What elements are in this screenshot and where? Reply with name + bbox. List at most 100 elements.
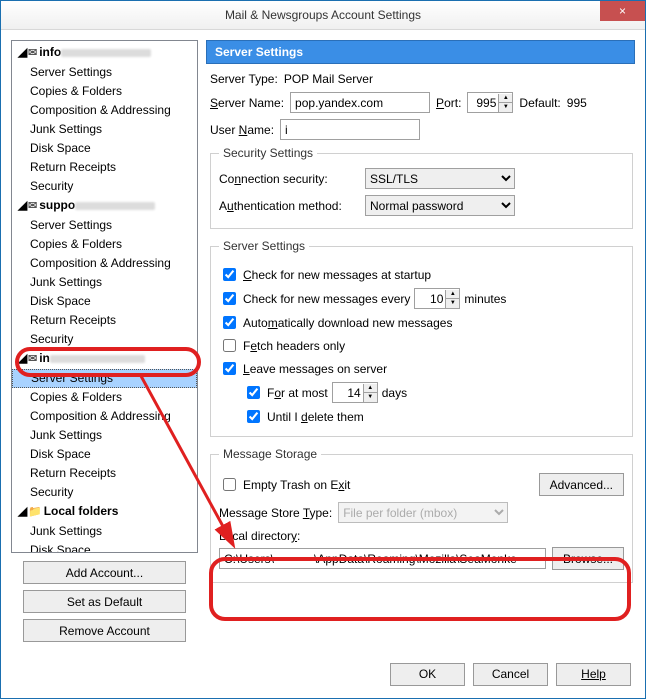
spin-up-icon[interactable]: ▲ xyxy=(498,94,512,103)
window-title: Mail & Newsgroups Account Settings xyxy=(225,8,421,22)
account-tree[interactable]: ◢info Server Settings Copies & Folders C… xyxy=(11,40,198,553)
close-icon: × xyxy=(619,4,626,18)
check-every-checkbox[interactable] xyxy=(223,292,236,305)
panel-title: Server Settings xyxy=(206,40,635,64)
store-type-label: Message Store Type: xyxy=(219,506,332,520)
tree-item[interactable]: Junk Settings xyxy=(12,273,197,292)
tree-item[interactable]: Disk Space xyxy=(12,541,197,553)
dialog-footer: OK Cancel Help xyxy=(1,650,645,698)
check-interval-spinner[interactable]: ▲▼ xyxy=(414,288,460,309)
server-name-label: Server Name: xyxy=(210,96,284,110)
leave-server-checkbox[interactable] xyxy=(223,362,236,375)
security-settings-group: Security Settings Connection security: S… xyxy=(210,146,633,229)
check-startup-checkbox[interactable] xyxy=(223,268,236,281)
tree-item[interactable]: Junk Settings xyxy=(12,120,197,139)
spin-down-icon[interactable]: ▼ xyxy=(498,103,512,112)
redacted xyxy=(50,355,145,363)
tree-item[interactable]: Security xyxy=(12,177,197,196)
tree-item[interactable]: Copies & Folders xyxy=(12,82,197,101)
tree-local-folders[interactable]: ◢Local folders xyxy=(12,502,197,522)
default-port-value: 995 xyxy=(567,96,587,110)
tree-item[interactable]: Return Receipts xyxy=(12,464,197,483)
tree-item[interactable]: Junk Settings xyxy=(12,522,197,541)
tree-item[interactable]: Disk Space xyxy=(12,445,197,464)
port-input[interactable] xyxy=(468,93,498,112)
help-button[interactable]: Help xyxy=(556,663,631,686)
dialog-window: Mail & Newsgroups Account Settings × ◢in… xyxy=(0,0,646,699)
until-delete-checkbox[interactable] xyxy=(247,410,260,423)
advanced-button[interactable]: Advanced... xyxy=(539,473,624,496)
main-panel: Server Settings Server Type: POP Mail Se… xyxy=(206,40,635,650)
leave-server-label: Leave messages on server xyxy=(243,362,387,376)
spin-up-icon[interactable]: ▲ xyxy=(445,290,459,299)
message-storage-group: Message Storage Empty Trash on Exit Adva… xyxy=(210,447,633,583)
mail-icon xyxy=(28,45,39,59)
tree-item[interactable]: Security xyxy=(12,483,197,502)
server-type-label: Server Type: xyxy=(210,72,278,86)
spin-up-icon[interactable]: ▲ xyxy=(363,384,377,393)
connection-security-select[interactable]: SSL/TLS xyxy=(365,168,515,189)
server-name-input[interactable] xyxy=(290,92,430,113)
server-settings-group: Server Settings Check for new messages a… xyxy=(210,239,633,437)
local-directory-label: Local directory: xyxy=(219,529,624,543)
empty-trash-label: Empty Trash on Exit xyxy=(243,478,350,492)
spin-down-icon[interactable]: ▼ xyxy=(363,393,377,402)
close-button[interactable]: × xyxy=(600,1,645,21)
mail-icon xyxy=(28,198,39,212)
redacted xyxy=(61,49,151,57)
port-spinner[interactable]: ▲▼ xyxy=(467,92,513,113)
tree-item[interactable]: Security xyxy=(12,330,197,349)
tree-item[interactable]: Server Settings xyxy=(12,63,197,82)
fetch-headers-checkbox[interactable] xyxy=(223,339,236,352)
titlebar: Mail & Newsgroups Account Settings × xyxy=(1,1,645,30)
days-spinner[interactable]: ▲▼ xyxy=(332,382,378,403)
cancel-button[interactable]: Cancel xyxy=(473,663,548,686)
mail-icon xyxy=(28,351,39,365)
browse-button[interactable]: Browse... xyxy=(552,547,624,570)
tree-item[interactable]: Disk Space xyxy=(12,139,197,158)
ok-button[interactable]: OK xyxy=(390,663,465,686)
user-name-input[interactable] xyxy=(280,119,420,140)
user-name-label: User Name: xyxy=(210,123,274,137)
tree-item[interactable]: Composition & Addressing xyxy=(12,407,197,426)
add-account-button[interactable]: Add Account... xyxy=(23,561,186,584)
auth-method-select[interactable]: Normal password xyxy=(365,195,515,216)
sidebar: ◢info Server Settings Copies & Folders C… xyxy=(11,40,198,650)
empty-trash-checkbox[interactable] xyxy=(223,478,236,491)
storage-legend: Message Storage xyxy=(219,447,321,461)
tree-item[interactable]: Copies & Folders xyxy=(12,388,197,407)
tree-item[interactable]: Junk Settings xyxy=(12,426,197,445)
for-at-most-checkbox[interactable] xyxy=(247,386,260,399)
set-default-button[interactable]: Set as Default xyxy=(23,590,186,613)
tree-item[interactable]: Return Receipts xyxy=(12,158,197,177)
folder-icon xyxy=(28,504,44,518)
auto-download-label: Automatically download new messages xyxy=(243,316,452,330)
tree-item[interactable]: Server Settings xyxy=(12,216,197,235)
tree-account[interactable]: ◢info xyxy=(12,43,197,63)
days-input[interactable] xyxy=(333,383,363,402)
remove-account-button[interactable]: Remove Account xyxy=(23,619,186,642)
spin-down-icon[interactable]: ▼ xyxy=(445,299,459,308)
connection-security-label: Connection security: xyxy=(219,172,359,186)
until-delete-label: Until I delete them xyxy=(267,410,364,424)
port-label: Port: xyxy=(436,96,461,110)
tree-item[interactable]: Disk Space xyxy=(12,292,197,311)
tree-item[interactable]: Composition & Addressing xyxy=(12,254,197,273)
tree-account[interactable]: ◢in xyxy=(12,349,197,369)
check-startup-label: Check for new messages at startup xyxy=(243,268,431,282)
auto-download-checkbox[interactable] xyxy=(223,316,236,329)
redacted xyxy=(75,202,155,210)
check-every-label: Check for new messages every xyxy=(243,292,410,306)
server-legend: Server Settings xyxy=(219,239,309,253)
tree-item-selected[interactable]: Server Settings xyxy=(12,369,197,388)
auth-method-label: Authentication method: xyxy=(219,199,359,213)
tree-item[interactable]: Composition & Addressing xyxy=(12,101,197,120)
check-interval-input[interactable] xyxy=(415,289,445,308)
fetch-headers-label: Fetch headers only xyxy=(243,339,345,353)
server-type-value: POP Mail Server xyxy=(284,72,373,86)
tree-item[interactable]: Return Receipts xyxy=(12,311,197,330)
for-at-most-label: For at most xyxy=(267,386,328,400)
tree-item[interactable]: Copies & Folders xyxy=(12,235,197,254)
tree-account[interactable]: ◢suppo xyxy=(12,196,197,216)
local-directory-input[interactable] xyxy=(219,548,546,569)
